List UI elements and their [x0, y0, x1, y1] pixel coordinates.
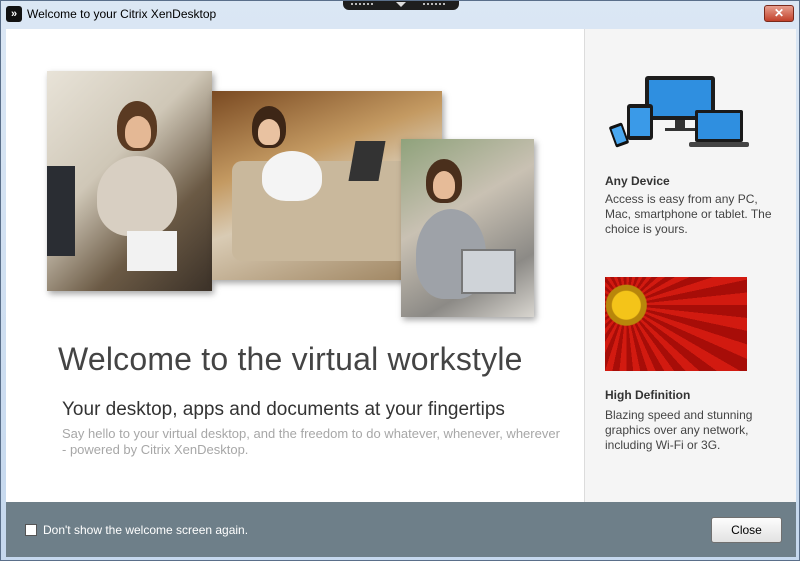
- footer-bar: Don't show the welcome screen again. Clo…: [6, 502, 796, 557]
- feature-text-any-device: Access is easy from any PC, Mac, smartph…: [605, 192, 772, 236]
- feature-title-any-device: Any Device: [605, 174, 670, 188]
- dont-show-label[interactable]: Don't show the welcome screen again.: [43, 523, 248, 537]
- welcome-content: Welcome to the virtual workstyle Your de…: [6, 29, 796, 502]
- welcome-window: » Welcome to your Citrix XenDesktop ✕ We…: [0, 0, 800, 561]
- feature-sidepanel: Any Device Access is easy from any PC, M…: [585, 29, 796, 502]
- citrix-receiver-icon: »: [6, 6, 22, 22]
- chevron-down-icon: [396, 2, 406, 7]
- welcome-subhead: Your desktop, apps and documents at your…: [62, 399, 505, 420]
- red-flower-photo: [605, 277, 747, 371]
- title-bar[interactable]: » Welcome to your Citrix XenDesktop ✕: [1, 1, 799, 29]
- welcome-headline: Welcome to the virtual workstyle: [58, 341, 523, 377]
- office-woman-photo: [47, 71, 212, 291]
- feature-title-high-definition: High Definition: [605, 388, 691, 402]
- welcome-blurb: Say hello to your virtual desktop, and t…: [62, 426, 560, 457]
- dont-show-checkbox[interactable]: [25, 524, 37, 536]
- window-title: Welcome to your Citrix XenDesktop: [27, 7, 217, 21]
- close-button[interactable]: Close: [711, 517, 782, 543]
- feature-text-high-definition: Blazing speed and stunning graphics over…: [605, 408, 753, 452]
- tablet-woman-photo: [401, 139, 534, 317]
- devices-illustration: [609, 76, 749, 148]
- window-close-icon[interactable]: ✕: [764, 5, 794, 22]
- desktop-toolbar-tab[interactable]: [343, 1, 459, 10]
